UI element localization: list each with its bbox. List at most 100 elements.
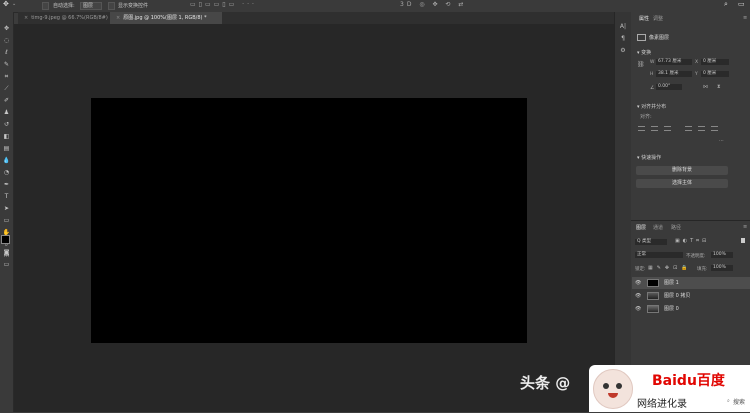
visibility-eye-icon[interactable]: 👁: [635, 290, 641, 302]
close-icon[interactable]: ×: [116, 15, 120, 21]
y-field[interactable]: 0 厘米: [701, 71, 729, 77]
layer-thumbnail: [647, 292, 659, 300]
align-buttons-icon[interactable]: ▭▯▭▭▯▭ ···: [190, 1, 257, 8]
align-section-title[interactable]: ▾ 对齐并分布: [637, 103, 666, 110]
dodge-tool-icon[interactable]: ◔: [2, 169, 11, 177]
layer-thumbnail: [647, 279, 659, 287]
align-right-icon[interactable]: [664, 126, 671, 131]
panel-menu-icon[interactable]: ≡: [743, 15, 747, 21]
layer-name[interactable]: 图层 0: [664, 303, 679, 315]
layer-row[interactable]: 👁 图层 1: [632, 277, 750, 289]
layer-name[interactable]: 图层 1: [664, 277, 679, 289]
align-top-icon[interactable]: [685, 126, 692, 131]
crop-tool-icon[interactable]: ⌗: [2, 73, 11, 81]
align-left-icon[interactable]: [638, 126, 645, 131]
search-icon[interactable]: ⌕: [727, 398, 730, 404]
opacity-field[interactable]: 100%: [711, 252, 733, 258]
panel-menu-icon[interactable]: ≡: [743, 224, 747, 230]
site-name: 网络进化录: [637, 399, 687, 410]
chevron-down-icon[interactable]: ⌄: [12, 1, 16, 7]
brush-tool-icon[interactable]: ✐: [2, 97, 11, 105]
auto-select-checkbox[interactable]: [42, 2, 49, 10]
tab-timg[interactable]: × timg-9.jpeg @ 66.7%(RGB/8#): [18, 12, 110, 24]
lasso-tool-icon[interactable]: ℓ: [2, 49, 11, 57]
layer-filter-icons[interactable]: ▣◐T⌗⊟: [675, 238, 709, 244]
quick-mask-icon[interactable]: ◙: [2, 249, 11, 257]
link-icon[interactable]: ⛓: [637, 61, 645, 68]
tab-adjustments[interactable]: 调整: [653, 15, 663, 22]
visibility-eye-icon[interactable]: 👁: [635, 303, 641, 315]
transform-section-title[interactable]: ▾ 变换: [637, 49, 651, 56]
adjustments-panel-icon[interactable]: ⚙: [618, 46, 628, 55]
blur-tool-icon[interactable]: 💧: [2, 157, 11, 165]
quick-select-icon[interactable]: ✎: [2, 61, 11, 69]
flip-vertical-icon[interactable]: ⧗: [717, 84, 721, 90]
shape-tool-icon[interactable]: ▭: [2, 217, 11, 225]
mascot-eye-left: [603, 383, 609, 389]
pen-tool-icon[interactable]: ✒: [2, 181, 11, 189]
marquee-tool-icon[interactable]: ◌: [2, 37, 11, 45]
stamp-tool-icon[interactable]: ♟: [2, 109, 11, 117]
layer-row[interactable]: 👁 图层 0: [632, 303, 750, 315]
fill-label: 填充:: [697, 267, 708, 272]
history-brush-icon[interactable]: ↺: [2, 121, 11, 129]
show-transform-checkbox[interactable]: [108, 2, 115, 10]
properties-panel: 属性 调整 ≡ 像素图层 ▾ 变换 ⛓ W 67.73 厘米 X 0 厘米 H …: [631, 12, 750, 220]
height-field[interactable]: 38.1 厘米: [656, 71, 692, 77]
opacity-label: 不透明度:: [686, 254, 706, 259]
x-field[interactable]: 0 厘米: [701, 59, 729, 65]
align-title: 对齐并分布: [641, 104, 667, 110]
quick-actions-section-title[interactable]: ▾ 快速操作: [637, 154, 661, 161]
align-bottom-icon[interactable]: [711, 126, 718, 131]
tab-properties[interactable]: 属性: [639, 15, 649, 22]
tab-layers[interactable]: 图层: [636, 224, 646, 231]
baidu-watermark-badge: Baidu百度 网络进化录 ⌕ 搜索: [589, 365, 750, 412]
align-sub-label: 对齐:: [640, 114, 652, 120]
align-middle-icon[interactable]: [698, 126, 705, 131]
tab-original[interactable]: × 原图.jpg @ 100%(图层 1, RGB/8) *: [110, 12, 222, 24]
character-panel-icon[interactable]: A|: [618, 22, 628, 31]
align-center-icon[interactable]: [651, 126, 658, 131]
pixel-layer-icon: [637, 34, 646, 41]
lock-icons[interactable]: ▦✎✥⊡🔒: [648, 265, 692, 271]
y-label: Y: [695, 72, 698, 77]
select-subject-button[interactable]: 选择主体: [636, 179, 728, 188]
tab-label: 原图.jpg @ 100%(图层 1, RGB/8) *: [123, 15, 207, 21]
filter-dropdown[interactable]: Q 类型: [635, 239, 667, 245]
gradient-tool-icon[interactable]: ▤: [2, 145, 11, 153]
layer-name[interactable]: 图层 0 拷贝: [664, 290, 690, 302]
angle-field[interactable]: 0.00°: [656, 84, 682, 90]
width-field[interactable]: 67.73 厘米: [656, 59, 692, 65]
mascot-mouth: [608, 393, 618, 398]
eraser-tool-icon[interactable]: ◧: [2, 133, 11, 141]
type-tool-icon[interactable]: T: [2, 193, 11, 201]
more-options-icon[interactable]: ⋯: [719, 138, 724, 144]
move-tool-icon[interactable]: ✥: [3, 0, 9, 8]
filter-toggle[interactable]: [741, 238, 745, 243]
move-tool-icon[interactable]: ✥: [2, 25, 11, 33]
document-canvas[interactable]: [91, 98, 527, 343]
blend-mode-dropdown[interactable]: 正常: [635, 252, 683, 258]
x-label: X: [695, 60, 699, 65]
3d-mode-icons[interactable]: 3D ◎ ✥ ⟲ ⇄: [400, 1, 466, 8]
auto-select-value: 图层: [83, 3, 94, 9]
tab-paths[interactable]: 路径: [671, 224, 681, 231]
search-label[interactable]: 搜索: [733, 397, 745, 406]
visibility-eye-icon[interactable]: 👁: [635, 277, 641, 289]
workspace-icon[interactable]: ▭: [738, 0, 745, 8]
eyedropper-icon[interactable]: ⟋: [2, 85, 11, 93]
toutiao-watermark: 头条 @: [520, 374, 571, 392]
search-icon[interactable]: ⌕: [724, 0, 728, 9]
close-icon[interactable]: ×: [24, 15, 28, 21]
fill-field[interactable]: 100%: [711, 265, 733, 271]
screen-mode-icon[interactable]: ▭: [2, 261, 11, 269]
path-select-icon[interactable]: ➤: [2, 205, 11, 213]
panel-icon-strip: A| ¶ ⚙: [614, 12, 631, 412]
foreground-color-swatch[interactable]: [1, 235, 10, 244]
remove-background-button[interactable]: 删除背景: [636, 166, 728, 175]
flip-horizontal-icon[interactable]: ⋈: [703, 84, 708, 90]
paragraph-panel-icon[interactable]: ¶: [618, 34, 628, 43]
layer-row[interactable]: 👁 图层 0 拷贝: [632, 290, 750, 302]
tab-channels[interactable]: 通道: [653, 224, 663, 231]
tab-label: timg-9.jpeg @ 66.7%(RGB/8#): [31, 15, 108, 21]
